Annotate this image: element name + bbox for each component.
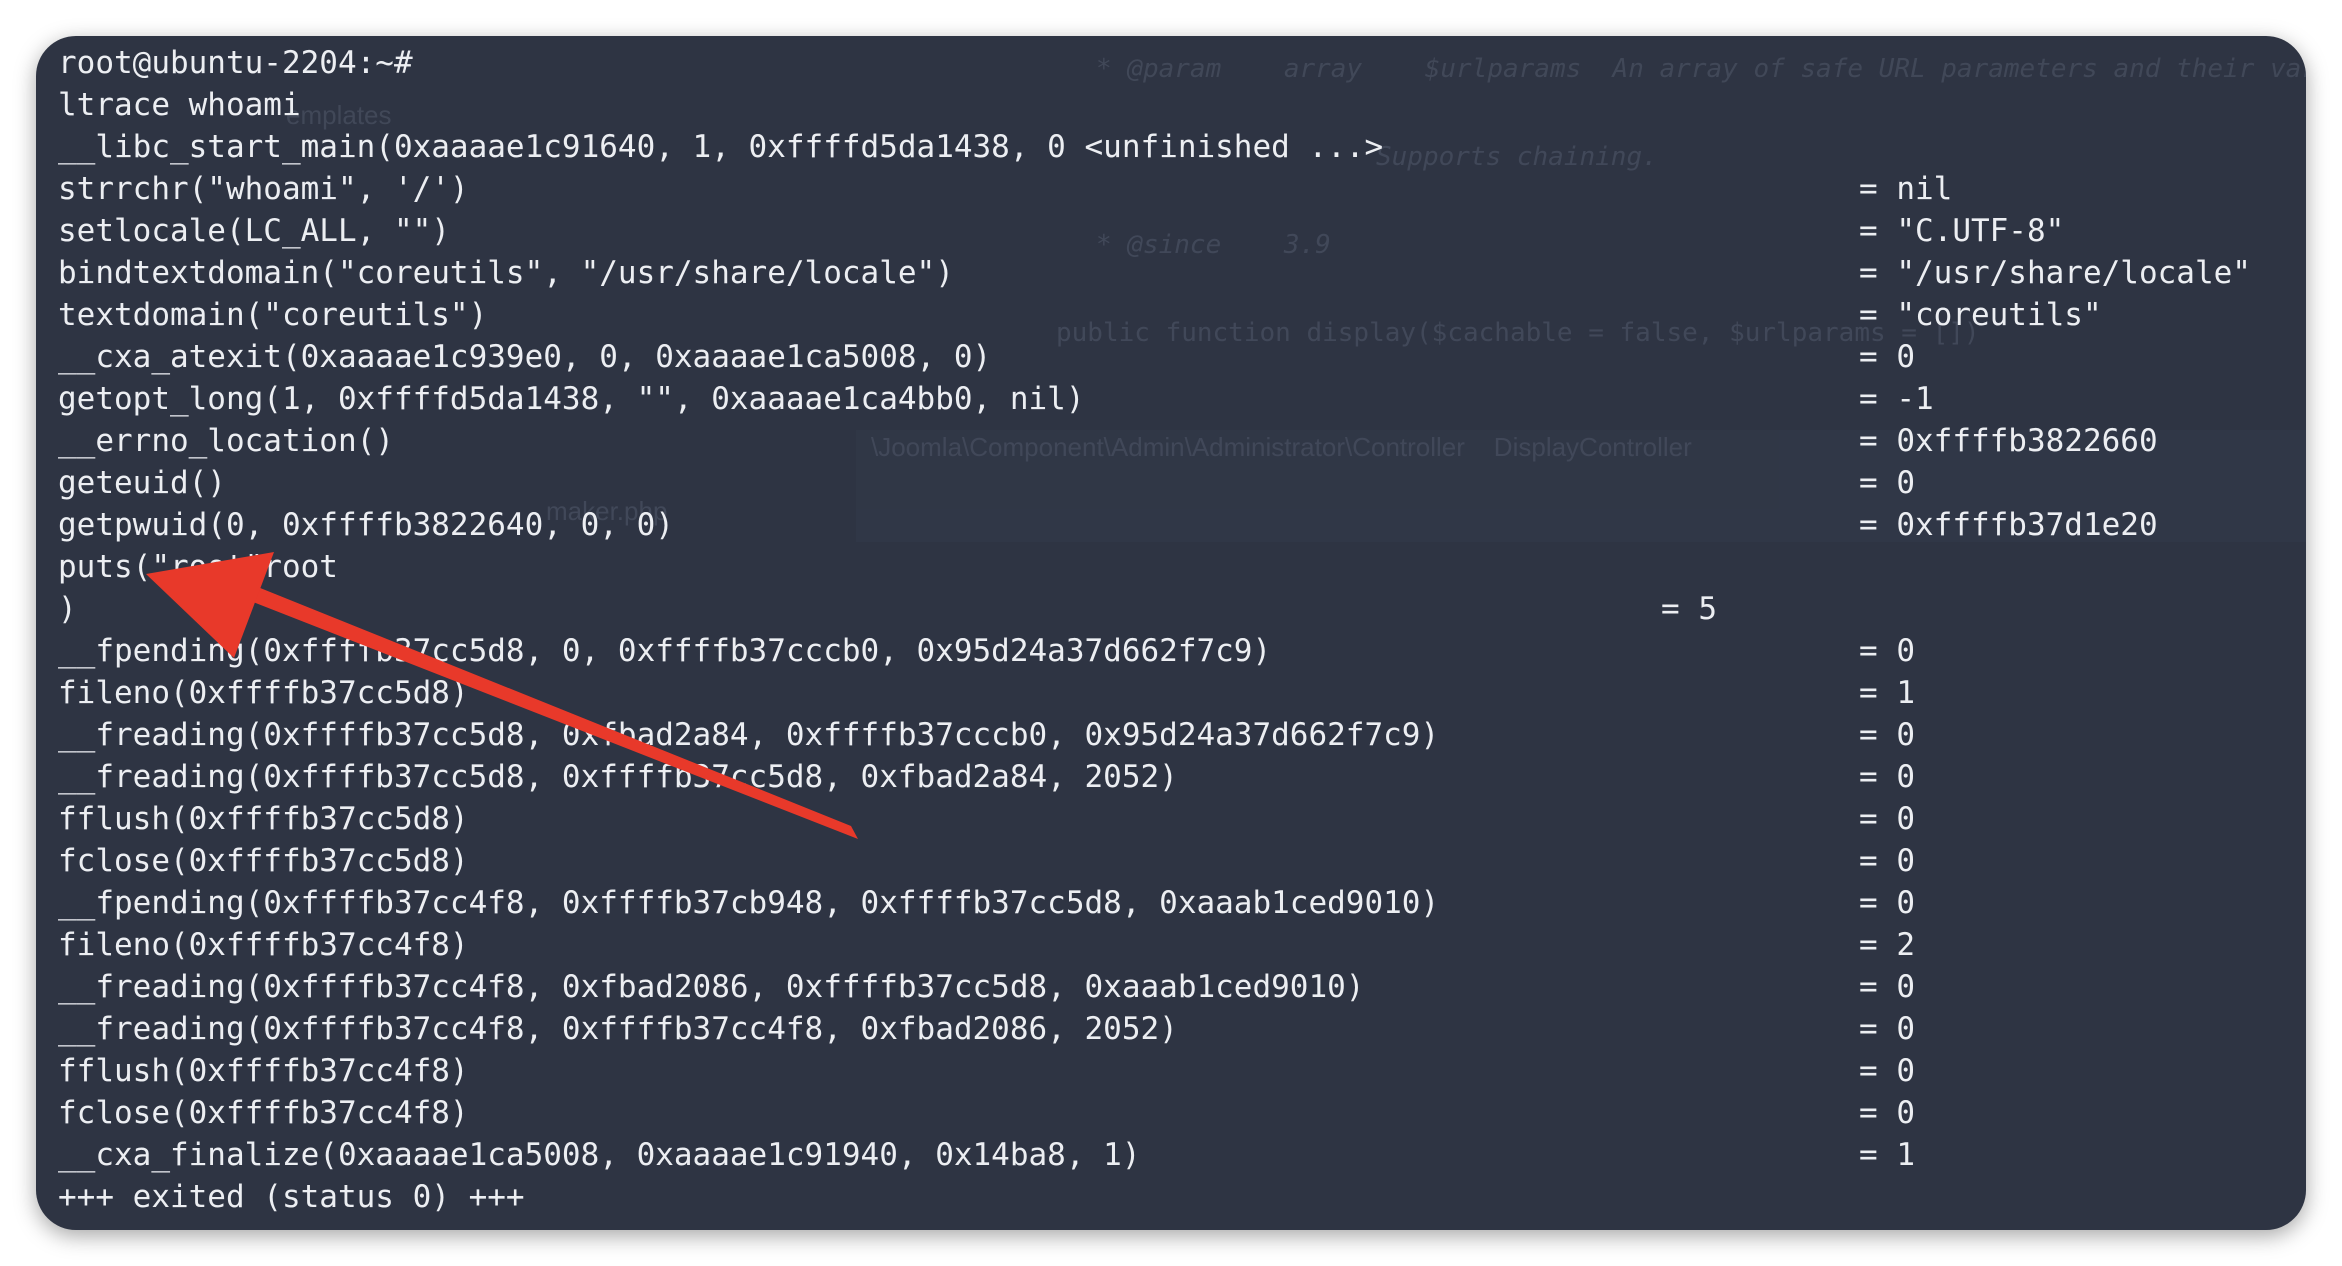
terminal-line: puts("root"root [58,546,2284,588]
terminal-line: __cxa_atexit(0xaaaae1c939e0, 0, 0xaaaae1… [58,336,2284,378]
terminal-line: setlocale(LC_ALL, "") = "C.UTF-8" [58,210,2284,252]
terminal-line: __freading(0xffffb37cc4f8, 0xffffb37cc4f… [58,1008,2284,1050]
trace-call: setlocale(LC_ALL, "") [58,213,450,249]
trace-return: = nil [1859,171,1953,207]
terminal-line: ) = 5 [58,588,2284,630]
trace-call: __freading(0xffffb37cc5d8, 0xffffb37cc5d… [58,759,1178,795]
trace-return: = 0 [1859,801,1915,837]
trace-call: __freading(0xffffb37cc4f8, 0xffffb37cc4f… [58,1011,1178,1047]
terminal-line: +++ exited (status 0) +++ [58,1176,2284,1218]
trace-call: fflush(0xffffb37cc5d8) [58,801,469,837]
trace-call-close: ) [58,591,77,627]
terminal-line: fflush(0xffffb37cc4f8) = 0 [58,1050,2284,1092]
trace-call: fflush(0xffffb37cc4f8) [58,1053,469,1089]
trace-return: = 0xffffb37d1e20 [1859,507,2158,543]
trace-call: textdomain("coreutils") [58,297,488,333]
terminal-line: bindtextdomain("coreutils", "/usr/share/… [58,252,2284,294]
trace-call: fclose(0xffffb37cc4f8) [58,1095,469,1131]
terminal-line: strrchr("whoami", '/') = nil [58,168,2284,210]
terminal-line: getpwuid(0, 0xffffb3822640, 0, 0) = 0xfff… [58,504,2284,546]
prompt: root@ubuntu-2204:~# [58,45,413,81]
trace-call: strrchr("whoami", '/') [58,171,469,207]
terminal-line: fclose(0xffffb37cc4f8) = 0 [58,1092,2284,1134]
command: ltrace whoami [58,87,301,123]
trace-return: = 0 [1859,717,1915,753]
trace-call: fileno(0xffffb37cc4f8) [58,927,469,963]
trace-return: = 0xffffb3822660 [1859,423,2158,459]
terminal-output[interactable]: root@ubuntu-2204:~# ltrace whoami __libc… [58,42,2284,1230]
terminal-line: fclose(0xffffb37cc5d8) = 0 [58,840,2284,882]
trace-call: __cxa_finalize(0xaaaae1ca5008, 0xaaaae1c… [58,1137,1141,1173]
trace-call: __fpending(0xffffb37cc5d8, 0, 0xffffb37c… [58,633,1272,669]
terminal-line: __freading(0xffffb37cc4f8, 0xfbad2086, 0… [58,966,2284,1008]
trace-call: fileno(0xffffb37cc5d8) [58,675,469,711]
terminal-line: fflush(0xffffb37cc5d8) = 0 [58,798,2284,840]
trace-call: geteuid() [58,465,226,501]
trace-call: __libc_start_main(0xaaaae1c91640, 1, 0xf… [58,129,1384,165]
terminal-line: __cxa_finalize(0xaaaae1ca5008, 0xaaaae1c… [58,1134,2284,1176]
trace-return: = 0 [1859,885,1915,921]
terminal-line: textdomain("coreutils") = "coreutils" [58,294,2284,336]
trace-return: = "C.UTF-8" [1859,213,2065,249]
trace-return: = "/usr/share/locale" [1859,255,2251,291]
trace-return: = 1 [1859,1137,1915,1173]
trace-return: = 0 [1859,1095,1915,1131]
terminal-line: getopt_long(1, 0xffffd5da1438, "", 0xaaa… [58,378,2284,420]
trace-call: getpwuid(0, 0xffffb3822640, 0, 0) [58,507,674,543]
trace-call: __cxa_atexit(0xaaaae1c939e0, 0, 0xaaaae1… [58,339,992,375]
trace-return: = 0 [1859,465,1915,501]
trace-return: = 0 [1859,633,1915,669]
terminal-window[interactable]: * @param array $urlparams An array of sa… [36,36,2306,1230]
terminal-line: ltrace whoami [58,84,2284,126]
trace-return: = 0 [1859,1053,1915,1089]
trace-call: __fpending(0xffffb37cc4f8, 0xffffb37cb94… [58,885,1440,921]
terminal-line: fileno(0xffffb37cc4f8) = 2 [58,924,2284,966]
trace-return: = 0 [1859,339,1915,375]
trace-return: = 0 [1859,843,1915,879]
terminal-line: geteuid() = 0 [58,462,2284,504]
trace-call: __freading(0xffffb37cc4f8, 0xfbad2086, 0… [58,969,1365,1005]
trace-call: fclose(0xffffb37cc5d8) [58,843,469,879]
terminal-line: __fpending(0xffffb37cc4f8, 0xffffb37cb94… [58,882,2284,924]
trace-return: = "coreutils" [1859,297,2102,333]
terminal-line: root@ubuntu-2204:~# [58,42,2284,84]
trace-call-puts: puts("root"root [58,549,338,585]
trace-return: = 2 [1859,927,1915,963]
trace-return: = -1 [1859,381,1934,417]
terminal-line: __errno_location() = 0xffffb3822660 [58,420,2284,462]
terminal-line: __freading(0xffffb37cc5d8, 0xfbad2a84, 0… [58,714,2284,756]
terminal-line: __libc_start_main(0xaaaae1c91640, 1, 0xf… [58,126,2284,168]
trace-return-puts: = 5 [1661,591,1717,627]
trace-call: getopt_long(1, 0xffffd5da1438, "", 0xaaa… [58,381,1085,417]
trace-return: = 0 [1859,1011,1915,1047]
terminal-line: __freading(0xffffb37cc5d8, 0xffffb37cc5d… [58,756,2284,798]
exit-status: +++ exited (status 0) +++ [58,1179,525,1215]
terminal-line: fileno(0xffffb37cc5d8) = 1 [58,672,2284,714]
trace-return: = 0 [1859,759,1915,795]
trace-call: __errno_location() [58,423,394,459]
trace-return: = 1 [1859,675,1915,711]
terminal-line: __fpending(0xffffb37cc5d8, 0, 0xffffb37c… [58,630,2284,672]
trace-call: bindtextdomain("coreutils", "/usr/share/… [58,255,954,291]
trace-return: = 0 [1859,969,1915,1005]
trace-call: __freading(0xffffb37cc5d8, 0xfbad2a84, 0… [58,717,1440,753]
